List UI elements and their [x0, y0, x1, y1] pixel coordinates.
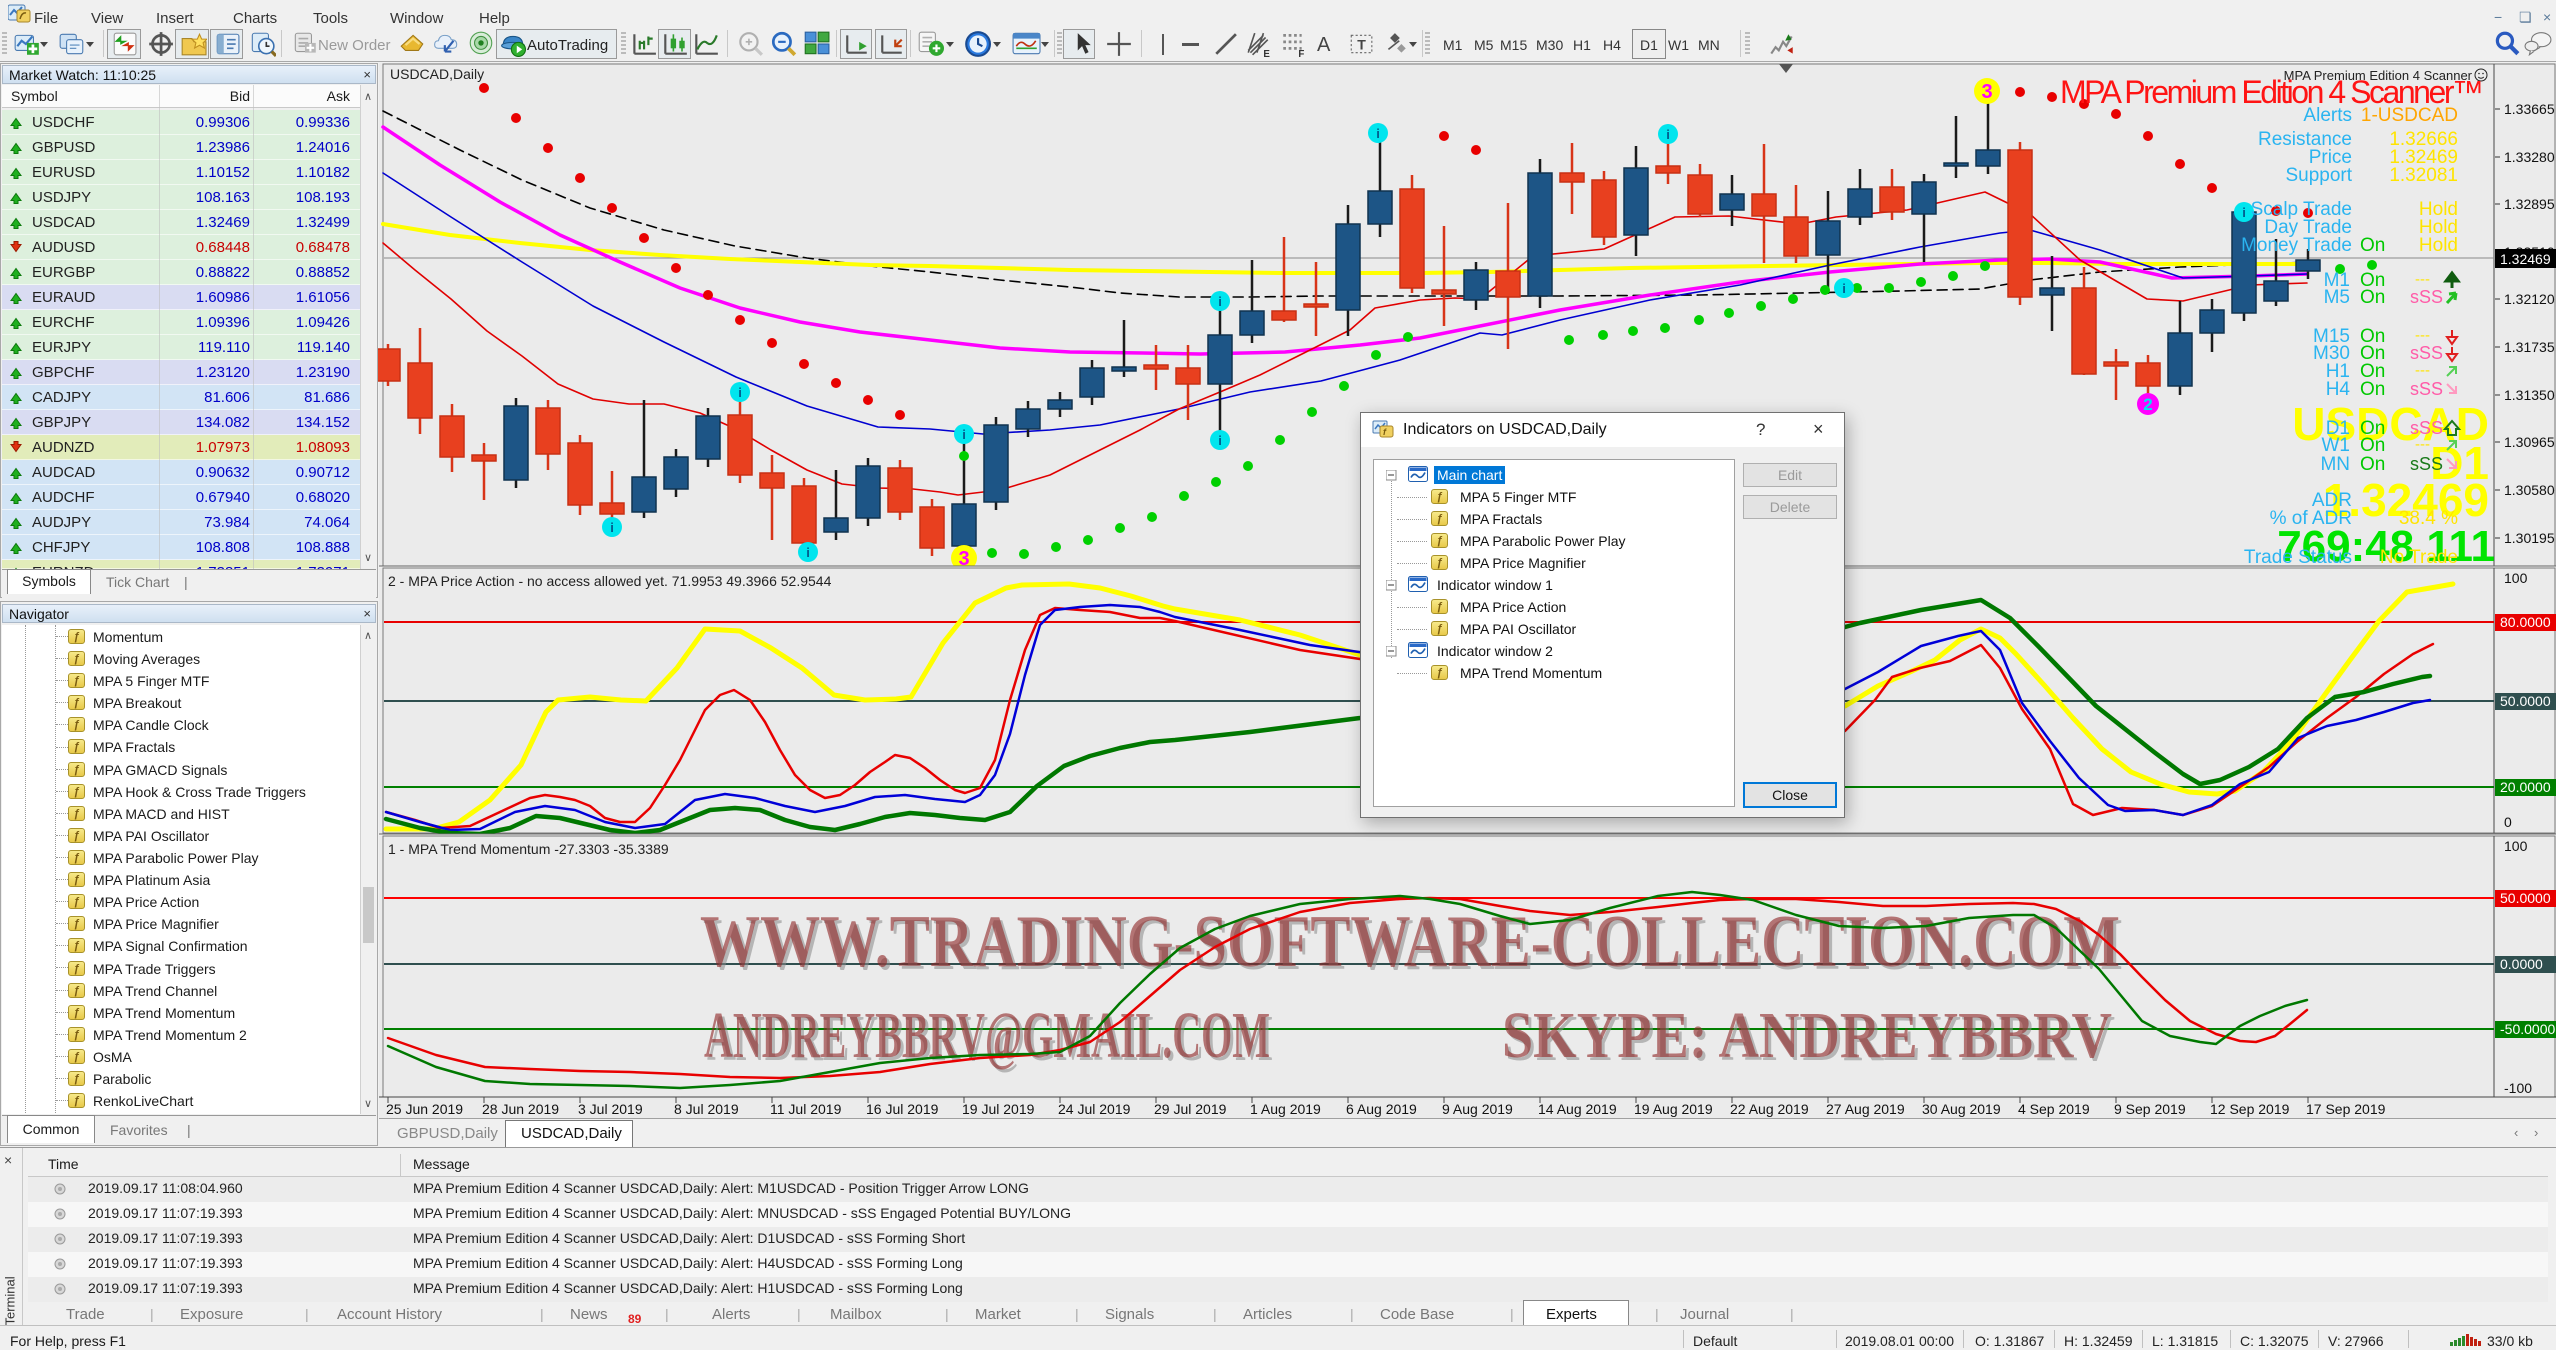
- svg-text:ANDREYBBRV@GMAIL.COM: ANDREYBBRV@GMAIL.COM: [704, 999, 1270, 1072]
- svg-text:On: On: [2360, 435, 2385, 456]
- svg-text:Support: Support: [2285, 165, 2352, 186]
- svg-text:1.33280: 1.33280: [2504, 149, 2555, 165]
- svg-text:i: i: [1218, 433, 1222, 448]
- svg-text:19 Jul 2019: 19 Jul 2019: [962, 1101, 1035, 1117]
- svg-text:1.32120: 1.32120: [2504, 291, 2555, 307]
- svg-text:M5: M5: [2324, 287, 2350, 308]
- svg-text:1.32469: 1.32469: [2500, 251, 2551, 267]
- svg-text:30 Aug 2019: 30 Aug 2019: [1922, 1101, 2001, 1117]
- svg-text:sSS: sSS: [2410, 454, 2443, 474]
- svg-text:22 Aug 2019: 22 Aug 2019: [1730, 1101, 1809, 1117]
- svg-text:1.32081: 1.32081: [2389, 165, 2458, 186]
- svg-text:sSS: sSS: [2410, 287, 2443, 307]
- svg-text:---: ---: [2415, 362, 2430, 379]
- svg-text:On: On: [2360, 454, 2385, 475]
- svg-text:---: ---: [2415, 271, 2430, 288]
- svg-text:20.0000: 20.0000: [2500, 779, 2551, 795]
- svg-text:9 Aug 2019: 9 Aug 2019: [1442, 1101, 1513, 1117]
- svg-text:SKYPE: ANDREYBBRV: SKYPE: ANDREYBBRV: [1502, 999, 2112, 1072]
- svg-text:Hold: Hold: [2419, 235, 2458, 256]
- svg-text:USDCAD,Daily: USDCAD,Daily: [390, 66, 484, 82]
- svg-text:---: ---: [2415, 436, 2430, 453]
- svg-text:-100: -100: [2504, 1080, 2532, 1096]
- svg-text:1 - MPA Trend Momentum -27.330: 1 - MPA Trend Momentum -27.3303 -35.3389: [388, 841, 669, 857]
- svg-text:24 Jul 2019: 24 Jul 2019: [1058, 1101, 1131, 1117]
- svg-text:% of ADR: % of ADR: [2270, 508, 2352, 529]
- svg-text:1.30195: 1.30195: [2504, 530, 2555, 546]
- svg-text:12 Sep 2019: 12 Sep 2019: [2210, 1101, 2290, 1117]
- svg-text:i: i: [610, 520, 614, 535]
- svg-text:H4: H4: [2326, 379, 2351, 400]
- svg-text:0: 0: [2504, 814, 2512, 830]
- svg-text:Alerts: Alerts: [2303, 105, 2352, 126]
- svg-text:i: i: [738, 385, 742, 400]
- svg-text:1.32895: 1.32895: [2504, 196, 2555, 212]
- svg-text:1.31735: 1.31735: [2504, 339, 2555, 355]
- svg-text:4 Sep 2019: 4 Sep 2019: [2018, 1101, 2090, 1117]
- svg-text:80.0000: 80.0000: [2500, 614, 2551, 630]
- svg-text:-50.0000: -50.0000: [2500, 1021, 2555, 1037]
- svg-text:On: On: [2360, 235, 2385, 256]
- svg-text:8 Jul 2019: 8 Jul 2019: [674, 1101, 739, 1117]
- svg-text:100: 100: [2504, 570, 2528, 586]
- svg-text:On: On: [2360, 379, 2385, 400]
- svg-text:MN: MN: [2320, 454, 2350, 475]
- svg-text:i: i: [1842, 281, 1846, 296]
- svg-text:9 Sep 2019: 9 Sep 2019: [2114, 1101, 2186, 1117]
- svg-text:WWW.TRADING-SOFTWARE-COLLECTIO: WWW.TRADING-SOFTWARE-COLLECTION.COM: [700, 901, 2120, 983]
- svg-text:3 Jul 2019: 3 Jul 2019: [578, 1101, 643, 1117]
- svg-text:sSS: sSS: [2410, 379, 2443, 399]
- svg-text:sSS: sSS: [2410, 418, 2443, 438]
- svg-text:On: On: [2360, 287, 2385, 308]
- svg-text:11 Jul 2019: 11 Jul 2019: [770, 1101, 842, 1117]
- svg-text:1.33665: 1.33665: [2504, 101, 2555, 117]
- svg-text:29 Jul 2019: 29 Jul 2019: [1154, 1101, 1227, 1117]
- svg-text:Money Trade: Money Trade: [2241, 235, 2352, 256]
- svg-text:W1: W1: [2322, 435, 2351, 456]
- svg-text:Trade Status: Trade Status: [2244, 547, 2352, 568]
- svg-text:No Trade: No Trade: [2380, 547, 2458, 568]
- svg-text:100: 100: [2504, 838, 2528, 854]
- svg-text:50.0000: 50.0000: [2500, 890, 2551, 906]
- svg-text:---: ---: [2415, 327, 2430, 344]
- svg-text:1-USDCAD: 1-USDCAD: [2361, 105, 2458, 126]
- svg-text:sSS: sSS: [2410, 343, 2443, 363]
- svg-text:28 Jun 2019: 28 Jun 2019: [482, 1101, 559, 1117]
- svg-text:i: i: [806, 545, 810, 560]
- svg-text:1.31350: 1.31350: [2504, 387, 2555, 403]
- svg-text:3: 3: [1981, 81, 1992, 103]
- svg-text:17 Sep 2019: 17 Sep 2019: [2306, 1101, 2386, 1117]
- svg-text:0.0000: 0.0000: [2500, 956, 2543, 972]
- svg-text:i: i: [1666, 127, 1670, 142]
- svg-text:38.4 %: 38.4 %: [2399, 508, 2458, 529]
- svg-text:14 Aug 2019: 14 Aug 2019: [1538, 1101, 1617, 1117]
- svg-text:27 Aug 2019: 27 Aug 2019: [1826, 1101, 1905, 1117]
- svg-text:16 Jul 2019: 16 Jul 2019: [866, 1101, 939, 1117]
- svg-text:i: i: [2242, 205, 2246, 220]
- svg-text:1.30580: 1.30580: [2504, 482, 2555, 498]
- svg-text:50.0000: 50.0000: [2500, 693, 2551, 709]
- svg-text:2: 2: [2143, 395, 2152, 414]
- svg-text:1.30965: 1.30965: [2504, 434, 2555, 450]
- svg-text:i: i: [1218, 294, 1222, 309]
- svg-text:6 Aug 2019: 6 Aug 2019: [1346, 1101, 1417, 1117]
- svg-text:i: i: [1376, 126, 1380, 141]
- svg-text:19 Aug 2019: 19 Aug 2019: [1634, 1101, 1713, 1117]
- svg-text:i: i: [962, 427, 966, 442]
- svg-text:2 - MPA Price Action - no acce: 2 - MPA Price Action - no access allowed…: [388, 573, 832, 589]
- svg-text:25 Jun 2019: 25 Jun 2019: [386, 1101, 463, 1117]
- svg-text:1 Aug 2019: 1 Aug 2019: [1250, 1101, 1321, 1117]
